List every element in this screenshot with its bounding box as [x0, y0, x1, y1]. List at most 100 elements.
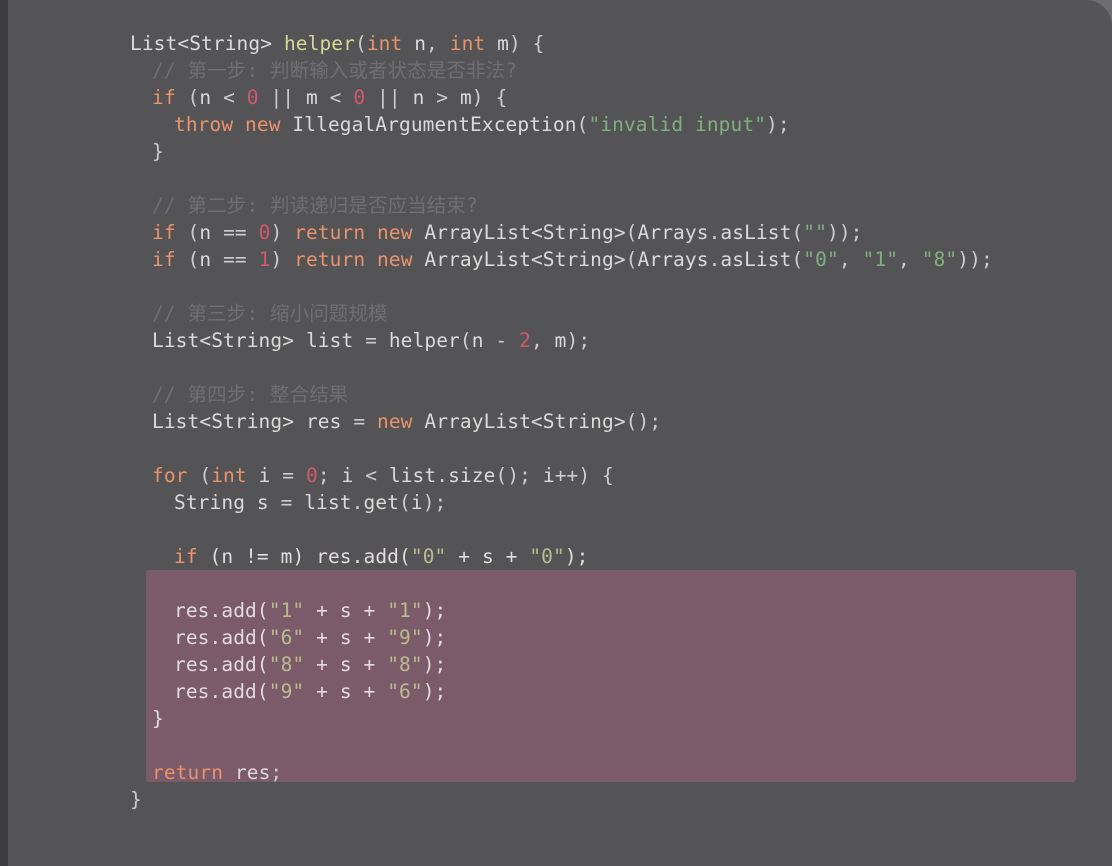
token-punctuation: );: [422, 680, 447, 703]
token-punctuation: (: [187, 221, 200, 244]
token-identifier: res: [174, 626, 210, 649]
token-punctuation: }: [152, 707, 164, 730]
code-line: }: [8, 786, 1112, 813]
token-identifier: i: [542, 464, 555, 487]
token-punctuation: (: [625, 248, 638, 271]
token-operator: ||: [270, 86, 295, 109]
token-operator: +: [363, 599, 376, 622]
token-keyword: for: [152, 464, 188, 487]
token-punctuation: );: [564, 545, 589, 568]
token-punctuation: }: [152, 140, 164, 163]
token-operator: +: [363, 653, 376, 676]
token-identifier: n: [199, 248, 212, 271]
token-identifier: n: [414, 32, 427, 55]
token-identifier: res: [174, 680, 210, 703]
token-number: 0: [246, 86, 259, 109]
token-operator: <: [329, 86, 342, 109]
token-identifier: list: [388, 464, 437, 487]
token-identifier: res: [174, 653, 210, 676]
token-number: 0: [258, 221, 271, 244]
token-punctuation: (: [399, 491, 411, 514]
token-identifier: n: [221, 545, 234, 568]
comment-step-1: // 第一步: 判断输入或者状态是否非法?: [152, 59, 518, 82]
token-string: "1": [862, 248, 899, 271]
token-identifier: n: [199, 86, 212, 109]
token-string: "1": [268, 599, 305, 622]
code-line: if (n < 0 || m < 0 || n > m) {: [8, 84, 1112, 111]
token-identifier: s: [481, 545, 494, 568]
code-line-highlighted: res.add("9" + s + "6");: [8, 678, 1112, 705]
token-punctuation: ) {: [471, 86, 508, 109]
token-punctuation: (: [256, 626, 269, 649]
token-keyword: throw: [174, 113, 234, 136]
token-identifier: s: [339, 653, 352, 676]
token-identifier: res: [316, 545, 352, 568]
token-identifier: res: [174, 599, 210, 622]
token-punctuation: );: [422, 599, 447, 622]
token-punctuation: );: [766, 113, 790, 136]
code-line: for (int i = 0; i < list.size(); i++) {: [8, 462, 1112, 489]
token-punctuation: ,: [838, 248, 851, 271]
code-line: List<String> res = new ArrayList<String>…: [8, 408, 1112, 435]
token-type: List<String>: [130, 32, 273, 55]
token-string: "invalid input": [588, 113, 767, 136]
comment-step-3: // 第三步: 缩小问题规模: [152, 302, 388, 325]
token-keyword: new: [377, 221, 413, 244]
token-operator: +: [316, 626, 328, 649]
token-operator: +: [316, 599, 328, 622]
token-method: add: [221, 653, 257, 676]
token-operator: +: [458, 545, 471, 568]
token-keyword: int: [449, 32, 486, 55]
code-line: // 第二步: 判读递归是否应当结束?: [8, 192, 1112, 219]
token-operator: ++: [554, 464, 579, 487]
token-operator: ||: [377, 86, 401, 109]
token-identifier: list: [305, 329, 354, 352]
code-screenshot: List<String> helper(int n, int m) { // 第…: [0, 0, 1112, 866]
token-identifier: m: [280, 545, 293, 568]
code-line: // 第四步: 整合结果: [8, 381, 1112, 408]
token-punctuation: .: [351, 491, 364, 514]
token-punctuation: }: [130, 788, 142, 811]
token-identifier: m: [305, 86, 318, 109]
token-punctuation: ));: [957, 248, 993, 271]
token-punctuation: );: [422, 491, 447, 514]
token-keyword: return: [294, 248, 366, 271]
token-keyword: if: [152, 248, 176, 271]
token-string: "8": [387, 653, 423, 676]
token-operator: >: [436, 86, 449, 109]
code-listing: List<String> helper(int n, int m) { // 第…: [8, 0, 1112, 813]
token-string: "0": [803, 248, 839, 271]
code-line: if (n == 1) return new ArrayList<String>…: [8, 246, 1112, 273]
token-keyword: new: [377, 410, 413, 433]
token-keyword: int: [366, 32, 403, 55]
token-identifier: n: [471, 329, 484, 352]
token-punctuation: ) {: [578, 464, 614, 487]
token-punctuation: .: [209, 626, 222, 649]
token-method: get: [363, 491, 400, 514]
token-operator: +: [316, 653, 328, 676]
token-keyword: new: [245, 113, 281, 136]
token-keyword: if: [152, 86, 176, 109]
token-number: 0: [305, 464, 318, 487]
token-operator: =: [282, 464, 295, 487]
token-operator: -: [495, 329, 508, 352]
token-punctuation: ));: [826, 221, 863, 244]
token-punctuation: .: [209, 599, 222, 622]
code-line: if (n == 0) return new ArrayList<String>…: [8, 219, 1112, 246]
token-number: 1: [258, 248, 271, 271]
token-punctuation: .: [209, 680, 222, 703]
token-punctuation: (: [199, 464, 212, 487]
token-punctuation: );: [422, 653, 447, 676]
token-punctuation: ;: [317, 464, 330, 487]
token-string: "8": [921, 248, 958, 271]
token-identifier: m: [554, 329, 567, 352]
comment-step-4: // 第四步: 整合结果: [152, 383, 349, 406]
code-line-highlighted: res.add("1" + s + "1");: [8, 597, 1112, 624]
token-identifier: i: [258, 464, 271, 487]
token-type: ArrayList<String>: [424, 410, 626, 433]
token-string: "8": [268, 653, 305, 676]
token-punctuation: .: [708, 248, 721, 271]
token-punctuation: .: [351, 545, 364, 568]
token-punctuation: ,: [530, 329, 543, 352]
